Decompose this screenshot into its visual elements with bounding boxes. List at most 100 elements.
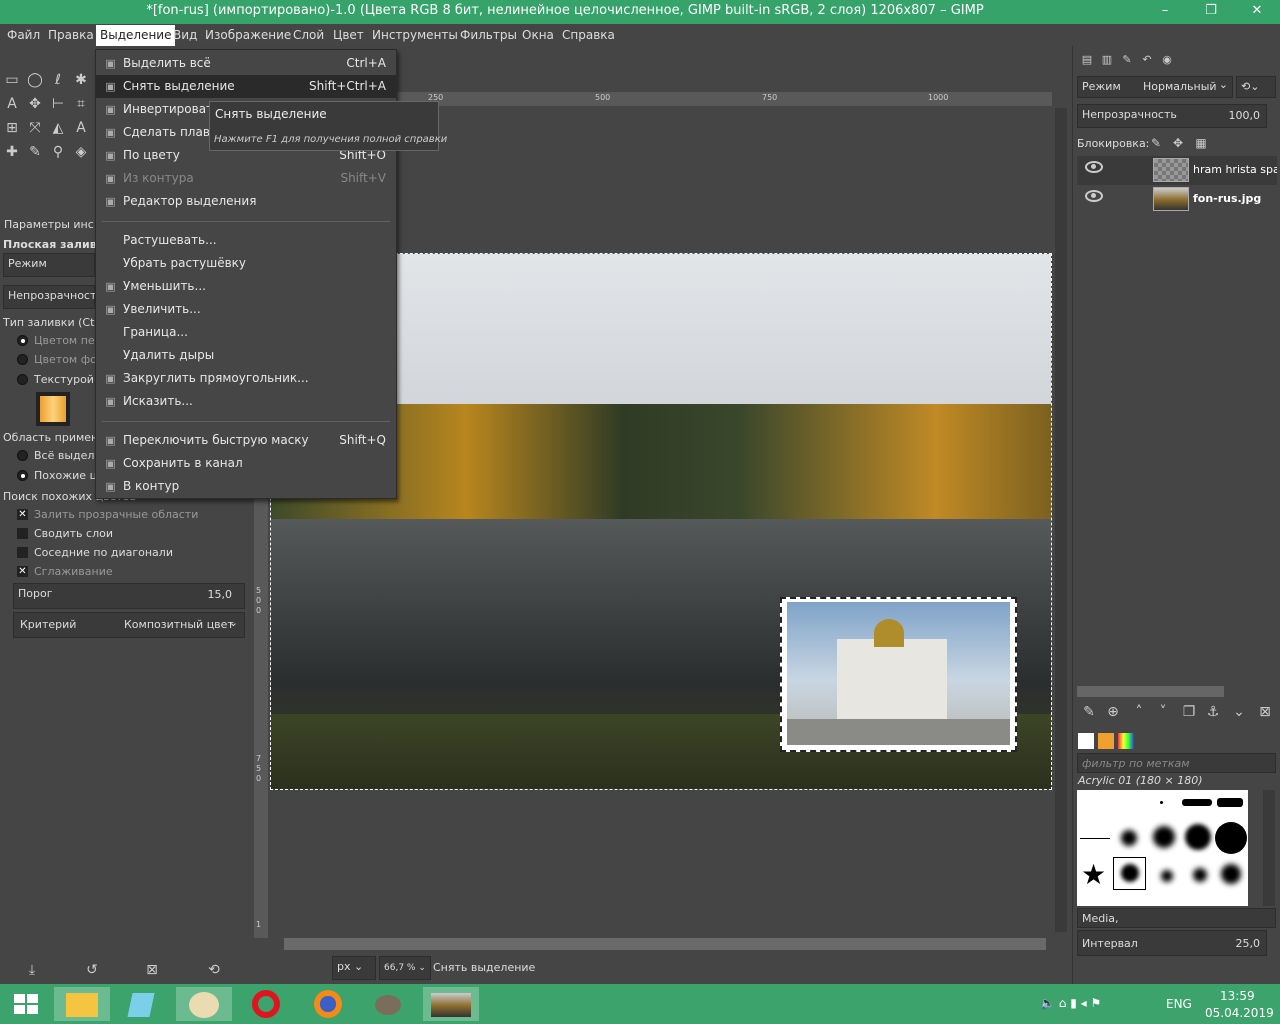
diagonal-check[interactable]: [17, 547, 28, 558]
smudge-icon[interactable]: ◈: [71, 142, 91, 162]
crop-icon[interactable]: ⌗: [71, 94, 91, 114]
clock-date[interactable]: 05.04.2019: [1205, 1006, 1274, 1020]
ellipse-select-icon[interactable]: ◯: [25, 70, 45, 90]
bucket-icon[interactable]: ◭: [48, 118, 68, 138]
menu-item-13[interactable]: Удалить дыры: [96, 344, 396, 367]
layers-scrollbar[interactable]: [1077, 686, 1224, 697]
paths-tab-icon[interactable]: ✎: [1117, 50, 1137, 70]
brushes-grid[interactable]: ★: [1077, 790, 1248, 906]
eye-icon[interactable]: [1085, 161, 1103, 173]
new-layer-icon[interactable]: ✎: [1079, 702, 1099, 722]
horizontal-scrollbar[interactable]: [284, 938, 1046, 950]
warp-icon[interactable]: ⤧: [25, 118, 45, 138]
brushes-scrollbar[interactable]: [1263, 790, 1275, 906]
layer-mode-select[interactable]: Режим Нормальный ⌄: [1077, 76, 1233, 98]
vertical-scrollbar[interactable]: [1055, 108, 1067, 932]
similar-radio[interactable]: [17, 470, 28, 481]
menu-help[interactable]: Справка: [558, 27, 619, 43]
paint-taskbar-icon[interactable]: [176, 987, 232, 1021]
menu-color[interactable]: Цвет: [329, 27, 368, 43]
menu-item-6[interactable]: ▣ Из контура Shift+V: [96, 167, 396, 190]
menu-item-10[interactable]: ▣ Уменьшить...: [96, 275, 396, 298]
menu-layer[interactable]: Слой: [289, 27, 328, 43]
tray-icons[interactable]: 🔈 ⌂ ▮ ◂ ⚑: [1040, 996, 1101, 1010]
menu-item-1[interactable]: ▣ Выделить всё Ctrl+A: [96, 52, 396, 75]
reset-options-icon[interactable]: ⟲: [204, 960, 224, 980]
antialias-check[interactable]: ✕: [17, 566, 28, 577]
save-options-icon[interactable]: ⤓: [22, 960, 42, 980]
delete-options-icon[interactable]: ⊠: [142, 960, 162, 980]
menu-item-14[interactable]: ▣ Закруглить прямоугольник...: [96, 367, 396, 390]
menu-windows[interactable]: Окна: [518, 27, 558, 43]
undo-tab-icon[interactable]: ↶: [1137, 50, 1157, 70]
unified-transform-icon[interactable]: ⊞: [2, 118, 22, 138]
menu-item-18[interactable]: ▣ В контур: [96, 475, 396, 498]
menu-tools[interactable]: Инструменты: [368, 27, 462, 43]
menu-item-16[interactable]: ▣ Переключить быструю маску Shift+Q: [96, 429, 396, 452]
unit-select[interactable]: px ⌄: [332, 956, 376, 980]
menu-item-12[interactable]: Граница...: [96, 321, 396, 344]
mode-reset-icon[interactable]: ⟲⌄: [1236, 76, 1276, 98]
images-tab-icon[interactable]: ◉: [1157, 50, 1177, 70]
close-button[interactable]: ✕: [1234, 0, 1280, 24]
menu-item-7[interactable]: ▣ Редактор выделения: [96, 190, 396, 213]
brush-filter-input[interactable]: фильтр по меткам: [1077, 753, 1276, 773]
lock-pixels-icon[interactable]: ✎: [1146, 133, 1166, 153]
criterion-select[interactable]: Критерий Композитный цвет ⌄: [13, 612, 245, 638]
brush-category-select[interactable]: Media,: [1077, 908, 1276, 928]
merge-icon[interactable]: ⌄: [1229, 702, 1249, 722]
paths-icon[interactable]: A: [2, 94, 22, 114]
explorer-taskbar-icon[interactable]: [54, 987, 110, 1021]
pattern-radio[interactable]: [17, 374, 28, 385]
heal-icon[interactable]: ✚: [2, 142, 22, 162]
fuzzy-select-icon[interactable]: ✱: [71, 70, 91, 90]
bg-radio[interactable]: [17, 354, 28, 365]
spacing-field[interactable]: Интервал 25,0: [1077, 930, 1267, 956]
threshold-field[interactable]: Порог 15,0: [13, 583, 245, 609]
new-group-icon[interactable]: ⊕: [1103, 702, 1123, 722]
menu-edit[interactable]: Правка: [44, 27, 98, 43]
gimp-taskbar-icon[interactable]: [360, 987, 416, 1021]
minimize-button[interactable]: –: [1142, 0, 1188, 24]
menu-item-17[interactable]: ▣ Сохранить в канал: [96, 452, 396, 475]
gradients-tab-icon[interactable]: [1118, 733, 1134, 749]
brushes-tab-icon[interactable]: [1078, 733, 1094, 749]
layer-row[interactable]: hram hrista spasit: [1077, 156, 1277, 185]
mode-select[interactable]: Режим: [3, 253, 95, 277]
lower-icon[interactable]: ˅: [1153, 702, 1173, 722]
align-icon[interactable]: ⊢: [48, 94, 68, 114]
opacity-field[interactable]: Непрозрачность: [3, 285, 103, 309]
restore-button[interactable]: ❐: [1188, 0, 1234, 24]
menu-file[interactable]: Файл: [3, 27, 44, 43]
text-icon[interactable]: A: [71, 118, 91, 138]
opera-taskbar-icon[interactable]: [238, 987, 294, 1021]
menu-select[interactable]: Выделение: [96, 25, 176, 46]
delete-layer-icon[interactable]: ⊠: [1255, 702, 1275, 722]
lock-position-icon[interactable]: ✥: [1168, 133, 1188, 153]
start-button[interactable]: [0, 987, 56, 1021]
clone-icon[interactable]: ⚲: [48, 142, 68, 162]
paint-icon[interactable]: ✎: [25, 142, 45, 162]
menu-image[interactable]: Изображение: [201, 27, 295, 43]
fg-radio[interactable]: [17, 335, 28, 346]
anchor-icon[interactable]: ⚓: [1203, 702, 1223, 722]
firefox-taskbar-icon[interactable]: [300, 987, 356, 1021]
menu-item-8[interactable]: Растушевать...: [96, 229, 396, 252]
layer-row[interactable]: fon-rus.jpg: [1077, 185, 1277, 214]
tool-options-tab[interactable]: Параметры инс: [4, 218, 94, 231]
raise-icon[interactable]: ˄: [1129, 702, 1149, 722]
lock-alpha-icon[interactable]: ▦: [1191, 133, 1211, 153]
layers-tab-icon[interactable]: ▤: [1077, 50, 1097, 70]
clock-time[interactable]: 13:59: [1220, 989, 1255, 1003]
rect-select-icon[interactable]: ▭: [2, 70, 22, 90]
lasso-icon[interactable]: ℓ: [48, 70, 68, 90]
menu-filters[interactable]: Фильтры: [456, 27, 521, 43]
menu-item-2[interactable]: ▣ Снять выделение Shift+Ctrl+A: [96, 75, 396, 98]
layer-inset-church[interactable]: [780, 597, 1017, 752]
menu-item-9[interactable]: Убрать растушёвку: [96, 252, 396, 275]
language-indicator[interactable]: ENG: [1166, 997, 1192, 1011]
menu-item-11[interactable]: ▣ Увеличить...: [96, 298, 396, 321]
move-icon[interactable]: ✥: [25, 94, 45, 114]
menu-view[interactable]: Вид: [169, 27, 201, 43]
pattern-preview[interactable]: [36, 392, 70, 426]
